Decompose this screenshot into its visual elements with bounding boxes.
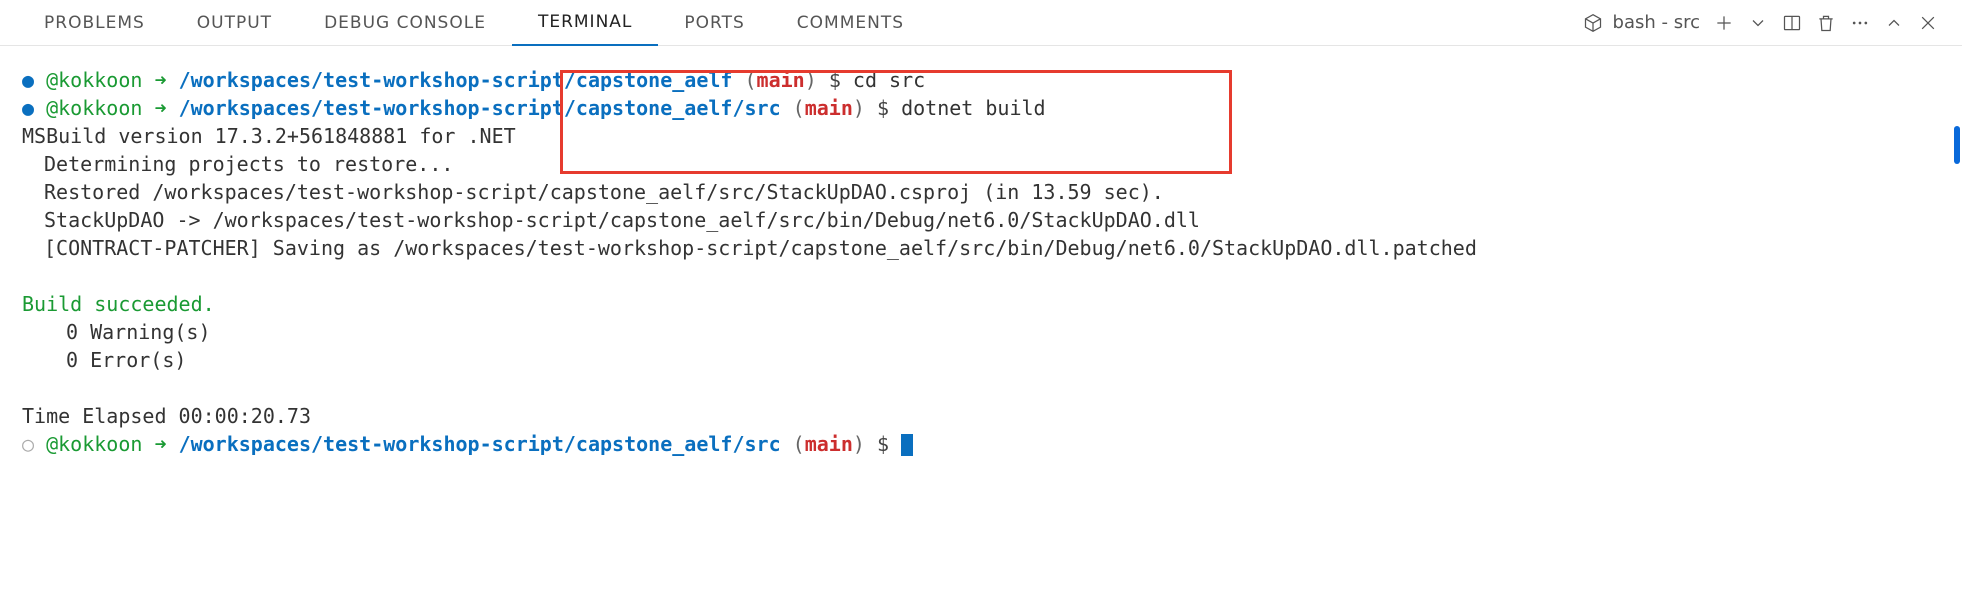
prompt-user: @kokkoon [46, 432, 142, 456]
prompt-dollar: $ [877, 96, 889, 120]
prompt-line-3: ○ @kokkoon ➜ /workspaces/test-workshop-s… [22, 430, 1946, 458]
tab-ports[interactable]: PORTS [658, 0, 770, 46]
prompt-arrow-icon: ➜ [154, 96, 166, 120]
terminal-toolbar: bash - src [1583, 12, 1944, 33]
tab-debug-console[interactable]: DEBUG CONSOLE [298, 0, 512, 46]
paren-open: ( [793, 96, 805, 120]
chevron-up-icon[interactable] [1884, 13, 1904, 33]
new-terminal-icon[interactable] [1714, 13, 1734, 33]
prompt-line-2: ● @kokkoon ➜ /workspaces/test-workshop-s… [22, 94, 1946, 122]
tab-terminal[interactable]: TERMINAL [512, 0, 658, 46]
git-branch: main [805, 96, 853, 120]
shell-picker[interactable]: bash - src [1583, 12, 1700, 33]
prompt-path: /workspaces/test-workshop-script/capston… [179, 68, 733, 92]
output-line: MSBuild version 17.3.2+561848881 for .NE… [22, 122, 1946, 150]
tab-comments[interactable]: COMMENTS [771, 0, 930, 46]
paren-open: ( [745, 68, 757, 92]
prompt-user: @kokkoon [46, 96, 142, 120]
prompt-arrow-icon: ➜ [154, 432, 166, 456]
output-line: [CONTRACT-PATCHER] Saving as /workspaces… [22, 234, 1946, 262]
prompt-path: /workspaces/test-workshop-script/capston… [179, 432, 781, 456]
paren-close: ) [853, 432, 865, 456]
blank-line [22, 374, 1946, 402]
command-text: dotnet build [901, 96, 1046, 120]
prompt-user: @kokkoon [46, 68, 142, 92]
command-text: cd src [853, 68, 925, 92]
paren-open: ( [793, 432, 805, 456]
output-success: Build succeeded. [22, 290, 1946, 318]
trash-icon[interactable] [1816, 13, 1836, 33]
terminal-output[interactable]: ● @kokkoon ➜ /workspaces/test-workshop-s… [0, 46, 1962, 608]
output-line: Restored /workspaces/test-workshop-scrip… [22, 178, 1946, 206]
prompt-line-1: ● @kokkoon ➜ /workspaces/test-workshop-s… [22, 66, 1946, 94]
more-icon[interactable] [1850, 13, 1870, 33]
output-line: Determining projects to restore... [22, 150, 1946, 178]
status-dot-icon: ● [22, 96, 34, 120]
prompt-path: /workspaces/test-workshop-script/capston… [179, 96, 781, 120]
panel-tabs: PROBLEMS OUTPUT DEBUG CONSOLE TERMINAL P… [0, 0, 1962, 46]
prompt-dollar: $ [877, 432, 889, 456]
status-dot-icon: ● [22, 68, 34, 92]
status-dot-open-icon: ○ [22, 432, 34, 456]
prompt-dollar: $ [829, 68, 841, 92]
output-line: 0 Error(s) [22, 346, 1946, 374]
cube-icon [1583, 13, 1603, 33]
output-line: StackUpDAO -> /workspaces/test-workshop-… [22, 206, 1946, 234]
prompt-arrow-icon: ➜ [154, 68, 166, 92]
git-branch: main [757, 68, 805, 92]
blank-line [22, 262, 1946, 290]
output-line: 0 Warning(s) [22, 318, 1946, 346]
close-icon[interactable] [1918, 13, 1938, 33]
shell-label: bash - src [1613, 12, 1700, 33]
terminal-cursor [901, 434, 913, 456]
paren-close: ) [805, 68, 817, 92]
git-branch: main [805, 432, 853, 456]
output-line: Time Elapsed 00:00:20.73 [22, 402, 1946, 430]
scrollbar-marker [1954, 126, 1960, 164]
paren-close: ) [853, 96, 865, 120]
chevron-down-icon[interactable] [1748, 13, 1768, 33]
tab-problems[interactable]: PROBLEMS [18, 0, 171, 46]
split-terminal-icon[interactable] [1782, 13, 1802, 33]
tab-output[interactable]: OUTPUT [171, 0, 298, 46]
